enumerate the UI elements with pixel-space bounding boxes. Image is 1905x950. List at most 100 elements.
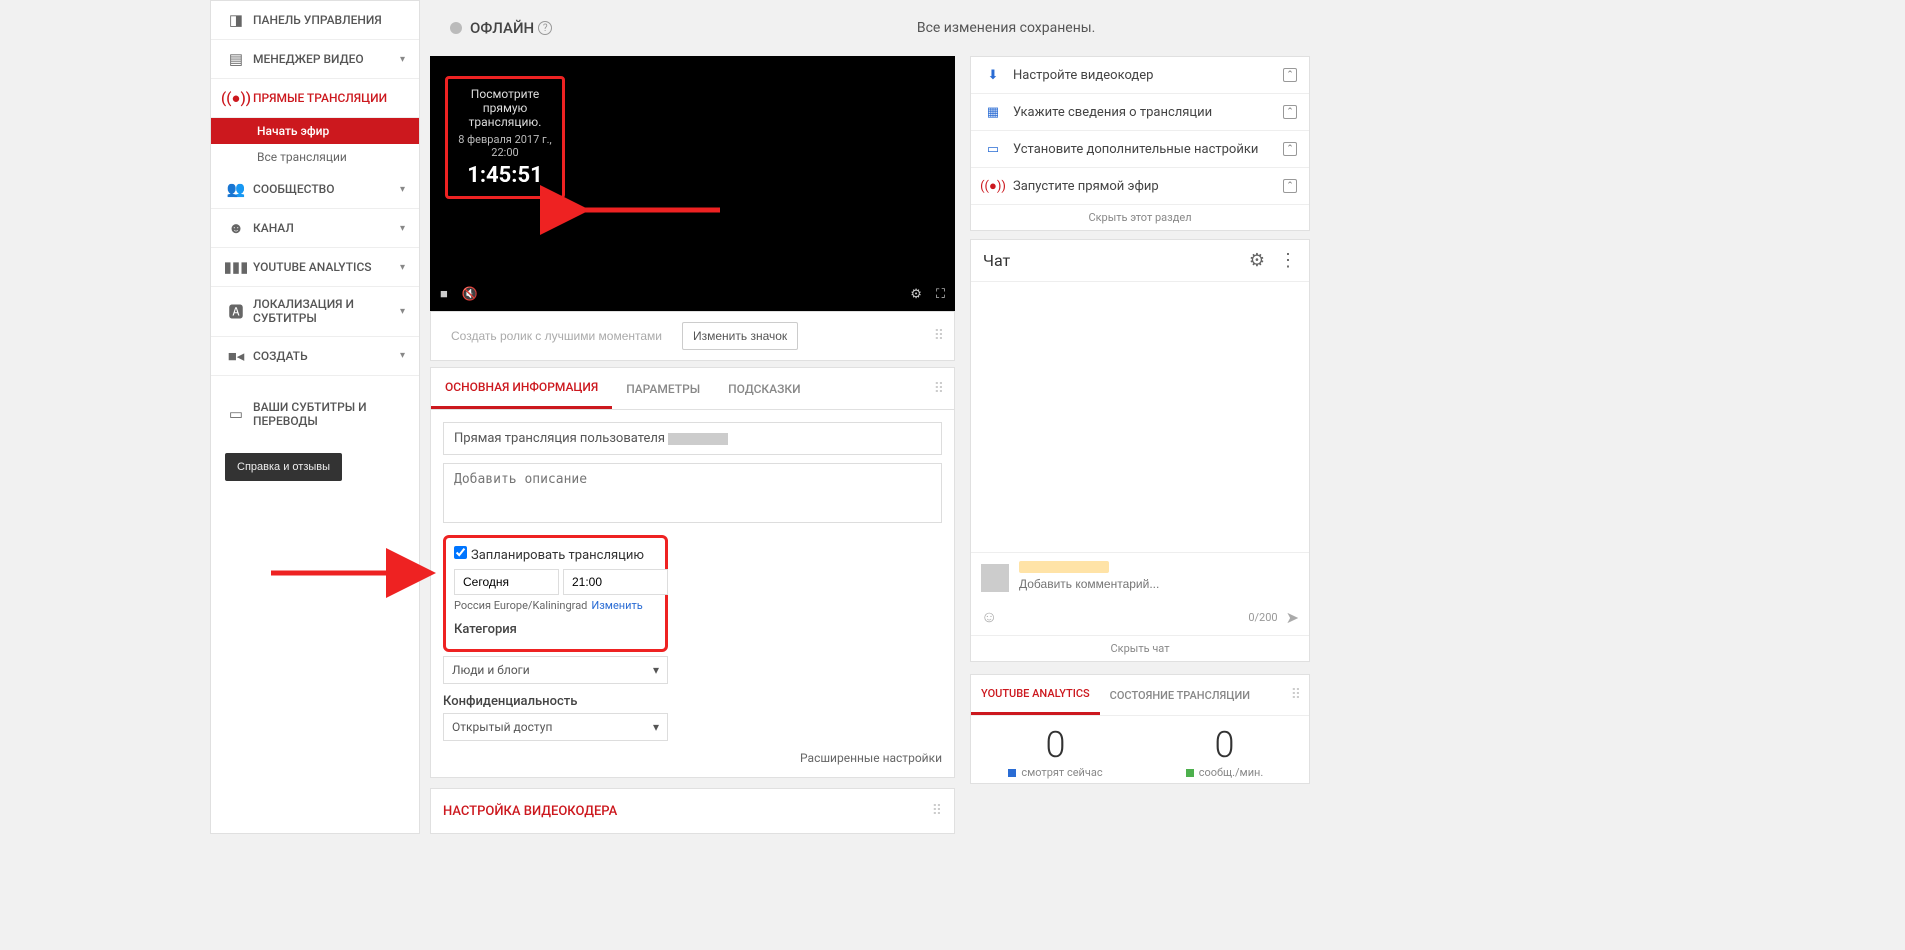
sidebar-item-label: ПАНЕЛЬ УПРАВЛЕНИЯ bbox=[253, 13, 405, 27]
sidebar-sub-all-streams[interactable]: Все трансляции bbox=[211, 144, 419, 170]
mute-icon[interactable]: 🔇 bbox=[462, 287, 478, 302]
checklist-row-info[interactable]: ▦ Укажите сведения о трансляции ⌃ bbox=[971, 94, 1309, 131]
chat-panel: Чат ⚙ ⋮ bbox=[970, 239, 1310, 662]
sidebar-sub-start-stream[interactable]: Начать эфир bbox=[211, 118, 419, 144]
sidebar-item-create[interactable]: ■◂ СОЗДАТЬ ▾ bbox=[211, 337, 419, 376]
checklist-panel: ⬇ Настройте видеокодер ⌃ ▦ Укажите сведе… bbox=[970, 56, 1310, 231]
annotation-arrow-icon bbox=[266, 558, 436, 588]
drag-handle-icon[interactable]: ⠿ bbox=[1291, 687, 1301, 703]
sidebar-item-channel[interactable]: ☻ КАНАЛ ▾ bbox=[211, 209, 419, 248]
more-icon[interactable]: ⋮ bbox=[1279, 250, 1297, 271]
encoder-title: НАСТРОЙКА ВИДЕОКОДЕРА bbox=[443, 804, 932, 819]
privacy-select[interactable]: Открытый доступ ▾ bbox=[443, 713, 668, 741]
chevron-down-icon: ▾ bbox=[400, 262, 405, 273]
help-icon[interactable]: ? bbox=[538, 21, 552, 35]
change-thumbnail-button[interactable]: Изменить значок bbox=[682, 322, 798, 350]
drag-handle-icon[interactable]: ⠿ bbox=[932, 803, 942, 819]
viewers-now-value: 0 bbox=[971, 724, 1140, 766]
schedule-date-input[interactable] bbox=[454, 569, 559, 595]
right-column: ⬇ Настройте видеокодер ⌃ ▦ Укажите сведе… bbox=[970, 56, 1310, 834]
sidebar-item-dashboard[interactable]: ◨ ПАНЕЛЬ УПРАВЛЕНИЯ bbox=[211, 1, 419, 40]
char-count: 0/200 bbox=[1248, 611, 1277, 624]
chevron-down-icon: ▾ bbox=[400, 184, 405, 195]
sidebar-item-live[interactable]: ((●)) ПРЯМЫЕ ТРАНСЛЯЦИИ bbox=[211, 79, 419, 118]
chevron-up-icon[interactable]: ⌃ bbox=[1283, 105, 1297, 119]
sidebar-item-label: СООБЩЕСТВО bbox=[253, 182, 400, 196]
stop-icon[interactable]: ■ bbox=[440, 286, 448, 302]
channel-icon: ☻ bbox=[225, 219, 247, 237]
chat-messages[interactable] bbox=[971, 282, 1309, 552]
hide-chat-link[interactable]: Скрыть чат bbox=[971, 635, 1309, 661]
status-text: ОФЛАЙН bbox=[470, 19, 534, 37]
schedule-checkbox[interactable] bbox=[454, 546, 467, 559]
player-controls: ■ 🔇 ⚙ ⛶ bbox=[430, 277, 955, 311]
info-panel: ОСНОВНАЯ ИНФОРМАЦИЯ ПАРАМЕТРЫ ПОДСКАЗКИ … bbox=[430, 367, 955, 778]
tab-cards[interactable]: ПОДСКАЗКИ bbox=[714, 370, 814, 408]
chevron-up-icon[interactable]: ⌃ bbox=[1283, 68, 1297, 82]
highlight-button[interactable]: Создать ролик с лучшими моментами bbox=[441, 323, 672, 349]
emoji-icon[interactable]: ☺ bbox=[981, 607, 997, 627]
category-label: Категория bbox=[454, 622, 657, 637]
messages-per-min-value: 0 bbox=[1140, 724, 1309, 766]
gear-icon[interactable]: ⚙ bbox=[1249, 250, 1265, 271]
under-player-bar: Создать ролик с лучшими моментами Измени… bbox=[430, 311, 955, 361]
send-icon[interactable]: ➤ bbox=[1286, 608, 1299, 627]
schedule-checkbox-label[interactable]: Запланировать трансляцию bbox=[454, 548, 644, 563]
live-icon: ((●)) bbox=[983, 178, 1003, 194]
fullscreen-icon[interactable]: ⛶ bbox=[936, 287, 945, 302]
feedback-button[interactable]: Справка и отзывы bbox=[225, 453, 342, 481]
title-input[interactable]: Прямая трансляция пользователя bbox=[443, 422, 942, 455]
sidebar-item-analytics[interactable]: ▮▮▮ YOUTUBE ANALYTICS ▾ bbox=[211, 248, 419, 287]
description-input[interactable] bbox=[443, 463, 942, 523]
sidebar-item-label: YOUTUBE ANALYTICS bbox=[253, 260, 400, 274]
left-column: Посмотрите прямую трансляцию. 8 февраля … bbox=[430, 56, 955, 834]
player[interactable]: Посмотрите прямую трансляцию. 8 февраля … bbox=[430, 56, 955, 311]
sidebar-item-label: ВАШИ СУБТИТРЫ И ПЕРЕВОДЫ bbox=[253, 400, 405, 429]
sidebar-item-subtitles[interactable]: 🅰 ЛОКАЛИЗАЦИЯ И СУБТИТРЫ ▾ bbox=[211, 287, 419, 337]
tab-parameters[interactable]: ПАРАМЕТРЫ bbox=[612, 370, 714, 408]
advanced-settings-link[interactable]: Расширенные настройки bbox=[443, 751, 942, 765]
tab-stream-status[interactable]: СОСТОЯНИЕ ТРАНСЛЯЦИИ bbox=[1100, 677, 1260, 714]
checklist-row-golive[interactable]: ((●)) Запустите прямой эфир ⌃ bbox=[971, 168, 1309, 205]
change-timezone-link[interactable]: Изменить bbox=[591, 599, 642, 612]
hide-section-link[interactable]: Скрыть этот раздел bbox=[971, 205, 1309, 230]
countdown-box: Посмотрите прямую трансляцию. 8 февраля … bbox=[445, 76, 565, 199]
privacy-label: Конфиденциальность bbox=[443, 694, 942, 709]
schedule-box: Запланировать трансляцию Россия Europe/K… bbox=[443, 535, 668, 652]
download-icon: ⬇ bbox=[983, 67, 1003, 83]
analytics-cell-viewers: 0 смотрят сейчас bbox=[971, 716, 1140, 783]
community-icon: 👥 bbox=[225, 180, 247, 198]
tab-youtube-analytics[interactable]: YOUTUBE ANALYTICS bbox=[971, 675, 1100, 715]
card-icon: ▭ bbox=[983, 141, 1003, 157]
schedule-time-input[interactable] bbox=[563, 569, 668, 595]
form-area: Прямая трансляция пользователя Запланиро… bbox=[431, 410, 954, 777]
cc-icon: ▭ bbox=[225, 405, 247, 423]
checklist-row-settings[interactable]: ▭ Установите дополнительные настройки ⌃ bbox=[971, 131, 1309, 168]
blurred-username bbox=[668, 433, 728, 445]
chevron-down-icon: ▾ bbox=[400, 350, 405, 361]
countdown-text: Посмотрите прямую трансляцию. bbox=[452, 87, 558, 129]
video-manager-icon: ▤ bbox=[225, 50, 247, 68]
checklist-row-encoder[interactable]: ⬇ Настройте видеокодер ⌃ bbox=[971, 57, 1309, 94]
drag-handle-icon[interactable]: ⠿ bbox=[934, 381, 944, 397]
chevron-up-icon[interactable]: ⌃ bbox=[1283, 179, 1297, 193]
sidebar: ◨ ПАНЕЛЬ УПРАВЛЕНИЯ ▤ МЕНЕДЖЕР ВИДЕО ▾ (… bbox=[210, 0, 420, 834]
chat-input[interactable] bbox=[1019, 573, 1299, 595]
chevron-up-icon[interactable]: ⌃ bbox=[1283, 142, 1297, 156]
tab-basic-info[interactable]: ОСНОВНАЯ ИНФОРМАЦИЯ bbox=[431, 368, 612, 409]
category-select[interactable]: Люди и блоги ▾ bbox=[443, 656, 668, 684]
analytics-panel: YOUTUBE ANALYTICS СОСТОЯНИЕ ТРАНСЛЯЦИИ ⠿… bbox=[970, 674, 1310, 784]
live-icon: ((●)) bbox=[225, 89, 247, 107]
sidebar-item-label: МЕНЕДЖЕР ВИДЕО bbox=[253, 52, 400, 66]
drag-handle-icon[interactable]: ⠿ bbox=[934, 328, 944, 344]
sidebar-item-video-manager[interactable]: ▤ МЕНЕДЖЕР ВИДЕО ▾ bbox=[211, 40, 419, 79]
chevron-down-icon: ▾ bbox=[653, 720, 659, 734]
settings-icon[interactable]: ⚙ bbox=[910, 287, 922, 302]
sidebar-item-community[interactable]: 👥 СООБЩЕСТВО ▾ bbox=[211, 170, 419, 209]
encoder-panel: НАСТРОЙКА ВИДЕОКОДЕРА ⠿ bbox=[430, 788, 955, 834]
green-dot-icon bbox=[1186, 769, 1194, 777]
sidebar-item-your-subtitles[interactable]: ▭ ВАШИ СУБТИТРЫ И ПЕРЕВОДЫ bbox=[211, 390, 419, 439]
analytics-icon: ▮▮▮ bbox=[225, 258, 247, 276]
chevron-down-icon: ▾ bbox=[400, 54, 405, 65]
info-tabs: ОСНОВНАЯ ИНФОРМАЦИЯ ПАРАМЕТРЫ ПОДСКАЗКИ … bbox=[431, 368, 954, 410]
